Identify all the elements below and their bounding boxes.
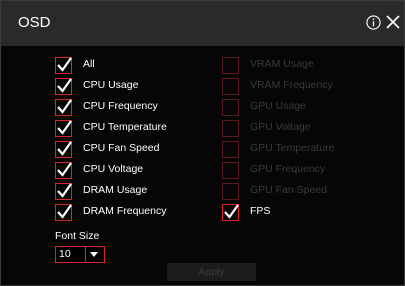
select-divider (85, 247, 86, 262)
close-icon[interactable] (386, 15, 400, 29)
checkmark-icon (57, 141, 72, 156)
checkbox (222, 162, 239, 179)
font-size-value: 10 (59, 248, 71, 260)
checkbox[interactable] (55, 183, 72, 200)
option-label: All (83, 58, 95, 70)
checkbox[interactable] (55, 57, 72, 74)
checkmark-icon (57, 120, 72, 135)
option-label: VRAM Usage (250, 58, 314, 70)
checkmark-icon (57, 78, 72, 93)
option-label: CPU Voltage (83, 163, 144, 175)
title-bar: OSD (1, 1, 404, 46)
checkbox (222, 78, 239, 95)
option-label: FPS (250, 205, 271, 217)
osd-dialog: OSD All CPU Usage CPU Frequency CPU Tempera… (0, 0, 405, 286)
option-label: DRAM Frequency (83, 205, 167, 217)
checkbox[interactable] (55, 162, 72, 179)
checkmark-icon (57, 183, 72, 198)
checkmark-icon (57, 162, 72, 177)
checkbox[interactable] (55, 99, 72, 116)
checkbox (222, 183, 239, 200)
checkbox[interactable] (55, 120, 72, 137)
option-label: GPU Voltage (250, 121, 311, 133)
option-label: VRAM Frequency (250, 79, 333, 91)
chevron-down-icon[interactable] (90, 252, 98, 257)
font-size-label: Font Size (55, 230, 100, 242)
font-size-select[interactable]: 10 (55, 246, 105, 263)
checkbox[interactable] (222, 204, 239, 221)
checkbox (222, 57, 239, 74)
checkmark-icon (57, 99, 72, 114)
checkbox[interactable] (55, 141, 72, 158)
option-label: GPU Frequency (250, 163, 326, 175)
option-label: GPU Temperature (250, 142, 335, 154)
checkbox[interactable] (55, 78, 72, 95)
option-label: CPU Temperature (83, 121, 167, 133)
checkbox (222, 141, 239, 158)
info-circle-icon[interactable] (366, 15, 381, 30)
apply-button[interactable]: Apply (167, 263, 256, 281)
option-label: DRAM Usage (83, 184, 148, 196)
checkmark-icon (57, 57, 72, 72)
checkmark-icon (224, 204, 239, 219)
checkbox[interactable] (55, 204, 72, 221)
option-label: CPU Fan Speed (83, 142, 160, 154)
dialog-title: OSD (18, 14, 51, 31)
option-label: GPU Fan Speed (250, 184, 328, 196)
option-label: GPU Usage (250, 100, 307, 112)
checkbox (222, 99, 239, 116)
checkbox (222, 120, 239, 137)
checkmark-icon (57, 204, 72, 219)
option-label: CPU Usage (83, 79, 139, 91)
option-label: CPU Frequency (83, 100, 158, 112)
